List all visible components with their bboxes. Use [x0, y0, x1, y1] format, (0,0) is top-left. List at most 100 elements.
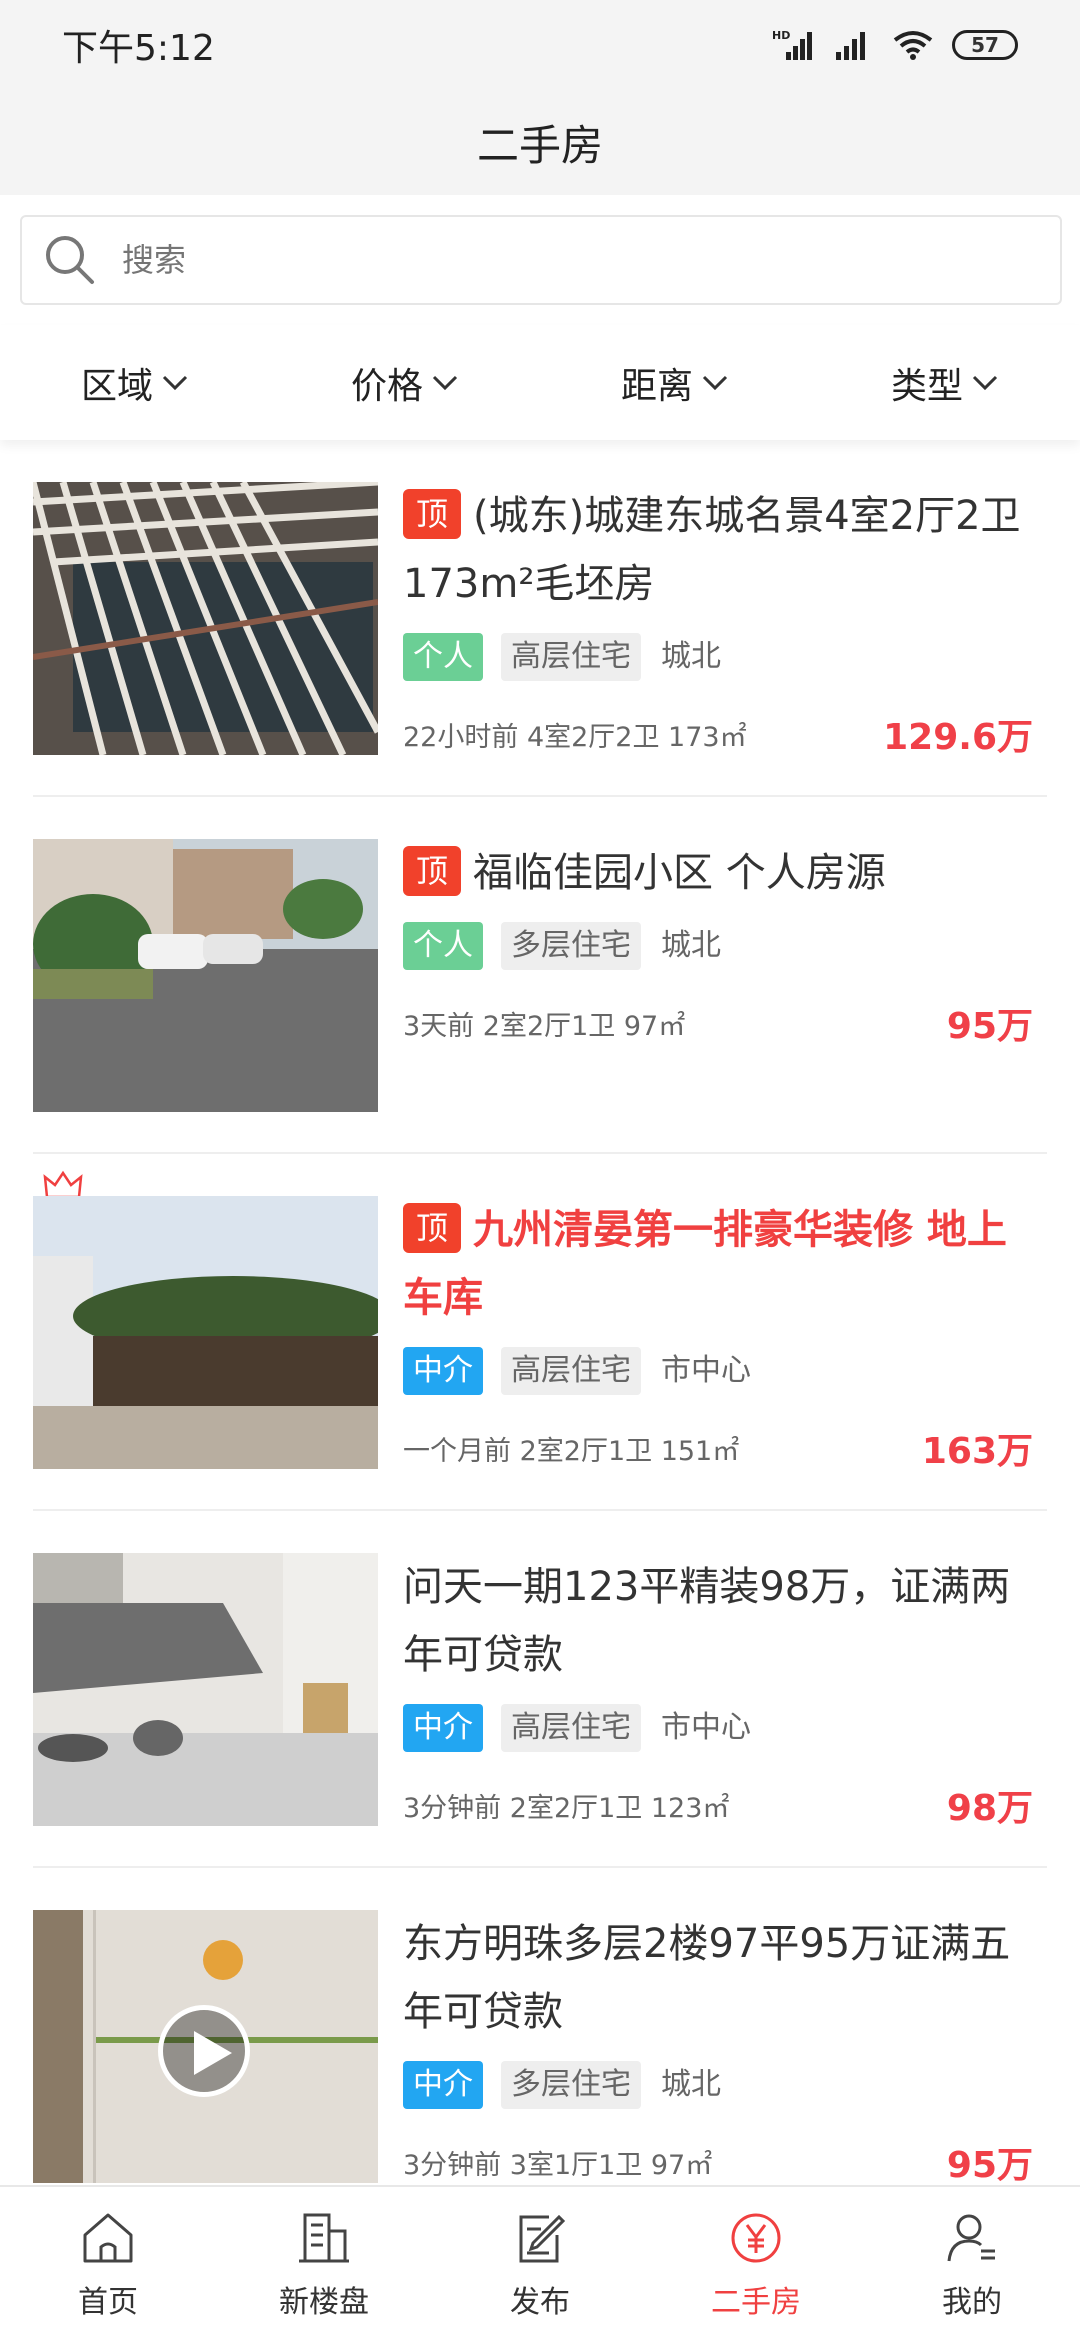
- photo-placeholder: [33, 839, 378, 1112]
- listing-info: 问天一期123平精装98万，证满两年可贷款 中介 高层住宅 市中心 3分钟前 2…: [403, 1553, 1033, 1833]
- search-icon: [46, 236, 94, 284]
- chevron-down-icon: [432, 375, 458, 390]
- area-tag: 城北: [661, 639, 721, 674]
- tab-publish[interactable]: 发布: [432, 2187, 648, 2340]
- source-tag: 中介: [403, 1704, 483, 1752]
- listing-item[interactable]: 问天一期123平精装98万，证满两年可贷款 中介 高层住宅 市中心 3分钟前 2…: [33, 1511, 1047, 1868]
- yuan-icon: [731, 2213, 781, 2263]
- listing-title: 东方明珠多层2楼97平95万证满五年可贷款: [403, 1921, 1011, 2035]
- photo-placeholder: [33, 1196, 378, 1469]
- search-box[interactable]: [20, 215, 1062, 305]
- building-icon: [299, 2213, 349, 2263]
- edit-icon: [519, 2214, 566, 2263]
- listing-item[interactable]: 东方明珠多层2楼97平95万证满五年可贷款 中介 多层住宅 城北 3分钟前 3室…: [33, 1868, 1047, 2185]
- status-bar: 下午5:12 HD 57: [0, 0, 1080, 90]
- area-tag: 城北: [661, 928, 721, 963]
- listing-meta: 22小时前 4室2厅2卫 173㎡: [403, 721, 747, 753]
- tab-label: 我的: [942, 2285, 1002, 2320]
- battery-indicator: 57: [952, 30, 1018, 60]
- listing-meta: 一个月前 2室2厅1卫 151㎡: [403, 1435, 740, 1467]
- listing-meta-row: 22小时前 4室2厅2卫 173㎡ 129.6万: [403, 708, 1033, 760]
- listing-title: 顶福临佳园小区 个人房源: [403, 839, 1033, 907]
- filter-bar: 区域 价格 距离 类型: [0, 325, 1080, 440]
- filter-price[interactable]: 价格: [270, 325, 540, 440]
- type-tag: 多层住宅: [501, 2061, 641, 2109]
- signal-icon: [836, 32, 865, 60]
- listing-price: 129.6万: [883, 717, 1033, 758]
- listing-photo: [33, 1553, 378, 1826]
- listing-photo: [33, 1910, 378, 2183]
- listing-tags: 中介 高层住宅 市中心: [403, 1703, 1033, 1753]
- photo-placeholder: [33, 482, 378, 755]
- listing-photo: [33, 482, 378, 755]
- tab-new-buildings[interactable]: 新楼盘: [216, 2187, 432, 2340]
- listing-title: 顶九州清晏第一排豪华装修 地上车库: [403, 1196, 1033, 1332]
- listing-title-text: 福临佳园小区 个人房源: [473, 850, 886, 896]
- top-badge: 顶: [403, 846, 461, 896]
- play-video-button[interactable]: [158, 2005, 250, 2097]
- listing-price: 163万: [921, 1431, 1033, 1472]
- page-title: 二手房: [476, 121, 603, 170]
- filter-label: 区域: [80, 365, 153, 407]
- listing-meta: 3分钟前 3室1厅1卫 97㎡: [403, 2149, 713, 2181]
- area-tag: 市中心: [661, 1353, 751, 1388]
- top-badge: 顶: [403, 489, 461, 539]
- status-time: 下午5:12: [62, 28, 215, 69]
- area-tag: 城北: [661, 2067, 721, 2102]
- listing-photo: [33, 1196, 378, 1469]
- listing-title: 顶 (城东)城建东城名景4室2厅2卫173m²毛坯房: [403, 482, 1033, 618]
- source-tag: 个人: [403, 922, 483, 970]
- tab-home[interactable]: 首页: [0, 2187, 216, 2340]
- top-badge: 顶: [403, 1203, 461, 1253]
- filter-label: 价格: [350, 365, 423, 407]
- tab-profile[interactable]: 我的: [864, 2187, 1080, 2340]
- source-tag: 个人: [403, 633, 483, 681]
- listing-tags: 个人 多层住宅 城北: [403, 921, 1033, 971]
- type-tag: 高层住宅: [501, 633, 641, 681]
- bottom-tab-bar: 首页 新楼盘 发布 二手房 我的: [0, 2185, 1080, 2340]
- chevron-down-icon: [702, 375, 728, 390]
- chevron-down-icon: [972, 375, 998, 390]
- listing-title: 问天一期123平精装98万，证满两年可贷款: [403, 1564, 1011, 1678]
- listing-list: 顶 (城东)城建东城名景4室2厅2卫173m²毛坯房 个人 高层住宅 城北 22小…: [0, 440, 1080, 2185]
- listing-price: 95万: [946, 1006, 1033, 1047]
- listing-price: 95万: [946, 2145, 1033, 2185]
- tab-label: 发布: [510, 2285, 570, 2320]
- network-label: HD: [772, 29, 790, 42]
- filter-area[interactable]: 区域: [0, 325, 270, 440]
- home-icon: [83, 2213, 133, 2263]
- listing-tags: 个人 高层住宅 城北: [403, 632, 1033, 682]
- source-tag: 中介: [403, 1347, 483, 1395]
- filter-distance[interactable]: 距离: [540, 325, 810, 440]
- listing-meta-row: 3天前 2室2厅1卫 97㎡ 95万: [403, 997, 1033, 1049]
- filter-label: 距离: [620, 365, 693, 407]
- listing-price: 98万: [946, 1788, 1033, 1829]
- listing-item[interactable]: 顶福临佳园小区 个人房源 个人 多层住宅 城北 3天前 2室2厅1卫 97㎡ 9…: [33, 797, 1047, 1154]
- tab-label: 二手房: [711, 2285, 801, 2320]
- listing-tags: 中介 多层住宅 城北: [403, 2060, 1033, 2110]
- chevron-down-icon: [162, 375, 188, 390]
- listing-meta-row: 一个月前 2室2厅1卫 151㎡ 163万: [403, 1422, 1033, 1474]
- tab-label: 新楼盘: [279, 2285, 369, 2320]
- listing-meta: 3天前 2室2厅1卫 97㎡: [403, 1010, 686, 1042]
- tab-label: 首页: [78, 2285, 138, 2320]
- listing-title-text: (城东)城建东城名景4室2厅2卫173m²毛坯房: [403, 493, 1021, 607]
- photo-placeholder: [33, 1553, 378, 1826]
- hd-signal-icon: HD: [772, 29, 812, 60]
- listing-item[interactable]: 顶九州清晏第一排豪华装修 地上车库 中介 高层住宅 市中心 一个月前 2室2厅1…: [33, 1154, 1047, 1511]
- listing-tags: 中介 高层住宅 市中心: [403, 1346, 1033, 1396]
- filter-type[interactable]: 类型: [810, 325, 1080, 440]
- listing-info: 顶福临佳园小区 个人房源 个人 多层住宅 城北 3天前 2室2厅1卫 97㎡ 9…: [403, 839, 1033, 1119]
- nav-bar: 二手房: [0, 90, 1080, 195]
- wifi-icon: [893, 31, 933, 60]
- tab-second-hand[interactable]: 二手房: [648, 2187, 864, 2340]
- listing-info: 顶九州清晏第一排豪华装修 地上车库 中介 高层住宅 市中心 一个月前 2室2厅1…: [403, 1196, 1033, 1476]
- filter-label: 类型: [890, 365, 963, 407]
- listing-title-text: 九州清晏第一排豪华装修 地上车库: [403, 1207, 1007, 1321]
- listing-photo: [33, 839, 378, 1112]
- area-tag: 市中心: [661, 1710, 751, 1745]
- type-tag: 高层住宅: [501, 1704, 641, 1752]
- search-input[interactable]: [122, 241, 922, 279]
- listing-item[interactable]: 顶 (城东)城建东城名景4室2厅2卫173m²毛坯房 个人 高层住宅 城北 22小…: [33, 440, 1047, 797]
- listing-meta: 3分钟前 2室2厅1卫 123㎡: [403, 1792, 730, 1824]
